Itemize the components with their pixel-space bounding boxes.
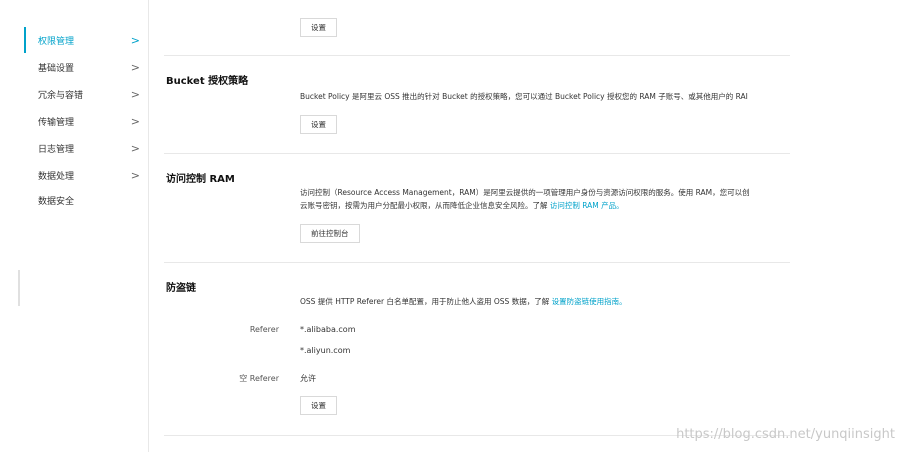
ram-description-line1: 访问控制（Resource Access Management，RAM）是阿里云… bbox=[300, 188, 750, 197]
sidebar: 权限管理 > 基础设置 > 冗余与容错 > 传输管理 > 日志管理 > 数据处理… bbox=[0, 0, 149, 452]
divider bbox=[164, 153, 790, 154]
sidebar-item-permission[interactable]: 权限管理 > bbox=[24, 27, 148, 53]
hotlink-settings-button[interactable]: 设置 bbox=[300, 396, 337, 415]
ram-product-link[interactable]: 访问控制 RAM 产品。 bbox=[550, 201, 624, 210]
section-title-hotlink: 防盗链 bbox=[166, 283, 196, 294]
bucket-policy-settings-button[interactable]: 设置 bbox=[300, 115, 337, 134]
sidebar-item-basic-settings[interactable]: 基础设置 > bbox=[24, 54, 148, 80]
bucket-policy-description: Bucket Policy 是阿里云 OSS 推出的针对 Bucket 的授权策… bbox=[300, 92, 748, 101]
chevron-right-icon: > bbox=[130, 141, 140, 155]
sidebar-item-logs[interactable]: 日志管理 > bbox=[24, 135, 148, 161]
sidebar-item-redundancy[interactable]: 冗余与容错 > bbox=[24, 81, 148, 107]
referer-label: Referer bbox=[249, 325, 279, 334]
sidebar-item-data-processing[interactable]: 数据处理 > bbox=[24, 162, 148, 188]
sidebar-item-label: 权限管理 bbox=[38, 36, 75, 47]
divider bbox=[164, 262, 790, 263]
empty-referer-label: 空 Referer bbox=[239, 374, 279, 383]
left-edge-marker bbox=[18, 270, 20, 306]
hotlink-guide-link[interactable]: 设置防盗链使用指南。 bbox=[552, 297, 627, 306]
sidebar-item-label: 数据处理 bbox=[38, 171, 75, 182]
sidebar-item-data-security[interactable]: 数据安全 bbox=[24, 187, 148, 213]
chevron-right-icon: > bbox=[130, 168, 140, 182]
section-title-ram: 访问控制 RAM bbox=[166, 174, 235, 185]
sidebar-item-label: 传输管理 bbox=[38, 117, 75, 128]
section-title-bucket-policy: Bucket 授权策略 bbox=[166, 76, 249, 87]
referer-value: *.alibaba.com bbox=[300, 325, 356, 334]
chevron-right-icon: > bbox=[130, 87, 140, 101]
chevron-right-icon: > bbox=[130, 33, 140, 47]
sidebar-item-label: 基础设置 bbox=[38, 63, 75, 74]
chevron-right-icon: > bbox=[130, 114, 140, 128]
hotlink-description-text: OSS 提供 HTTP Referer 白名单配置，用于防止他人盗用 OSS 数… bbox=[300, 297, 552, 306]
go-to-console-button[interactable]: 前往控制台 bbox=[300, 224, 360, 243]
main-content: 设置 Bucket 授权策略 Bucket Policy 是阿里云 OSS 推出… bbox=[148, 0, 905, 452]
sidebar-item-label: 日志管理 bbox=[38, 144, 75, 155]
top-settings-button[interactable]: 设置 bbox=[300, 18, 337, 37]
empty-referer-value: 允许 bbox=[300, 374, 316, 383]
watermark-text: https://blog.csdn.net/yunqiinsight bbox=[676, 427, 895, 442]
sidebar-item-transfer[interactable]: 传输管理 > bbox=[24, 108, 148, 134]
sidebar-item-label: 冗余与容错 bbox=[38, 90, 84, 101]
chevron-right-icon: > bbox=[130, 60, 140, 74]
ram-description-line2: 云账号密钥，按需为用户分配最小权限，从而降低企业信息安全风险。了解 访问控制 R… bbox=[300, 200, 790, 212]
divider bbox=[164, 55, 790, 56]
sidebar-item-label: 数据安全 bbox=[38, 196, 75, 207]
referer-value: *.aliyun.com bbox=[300, 346, 351, 355]
ram-description-text: 云账号密钥，按需为用户分配最小权限，从而降低企业信息安全风险。了解 bbox=[300, 201, 550, 210]
hotlink-description: OSS 提供 HTTP Referer 白名单配置，用于防止他人盗用 OSS 数… bbox=[300, 296, 790, 308]
